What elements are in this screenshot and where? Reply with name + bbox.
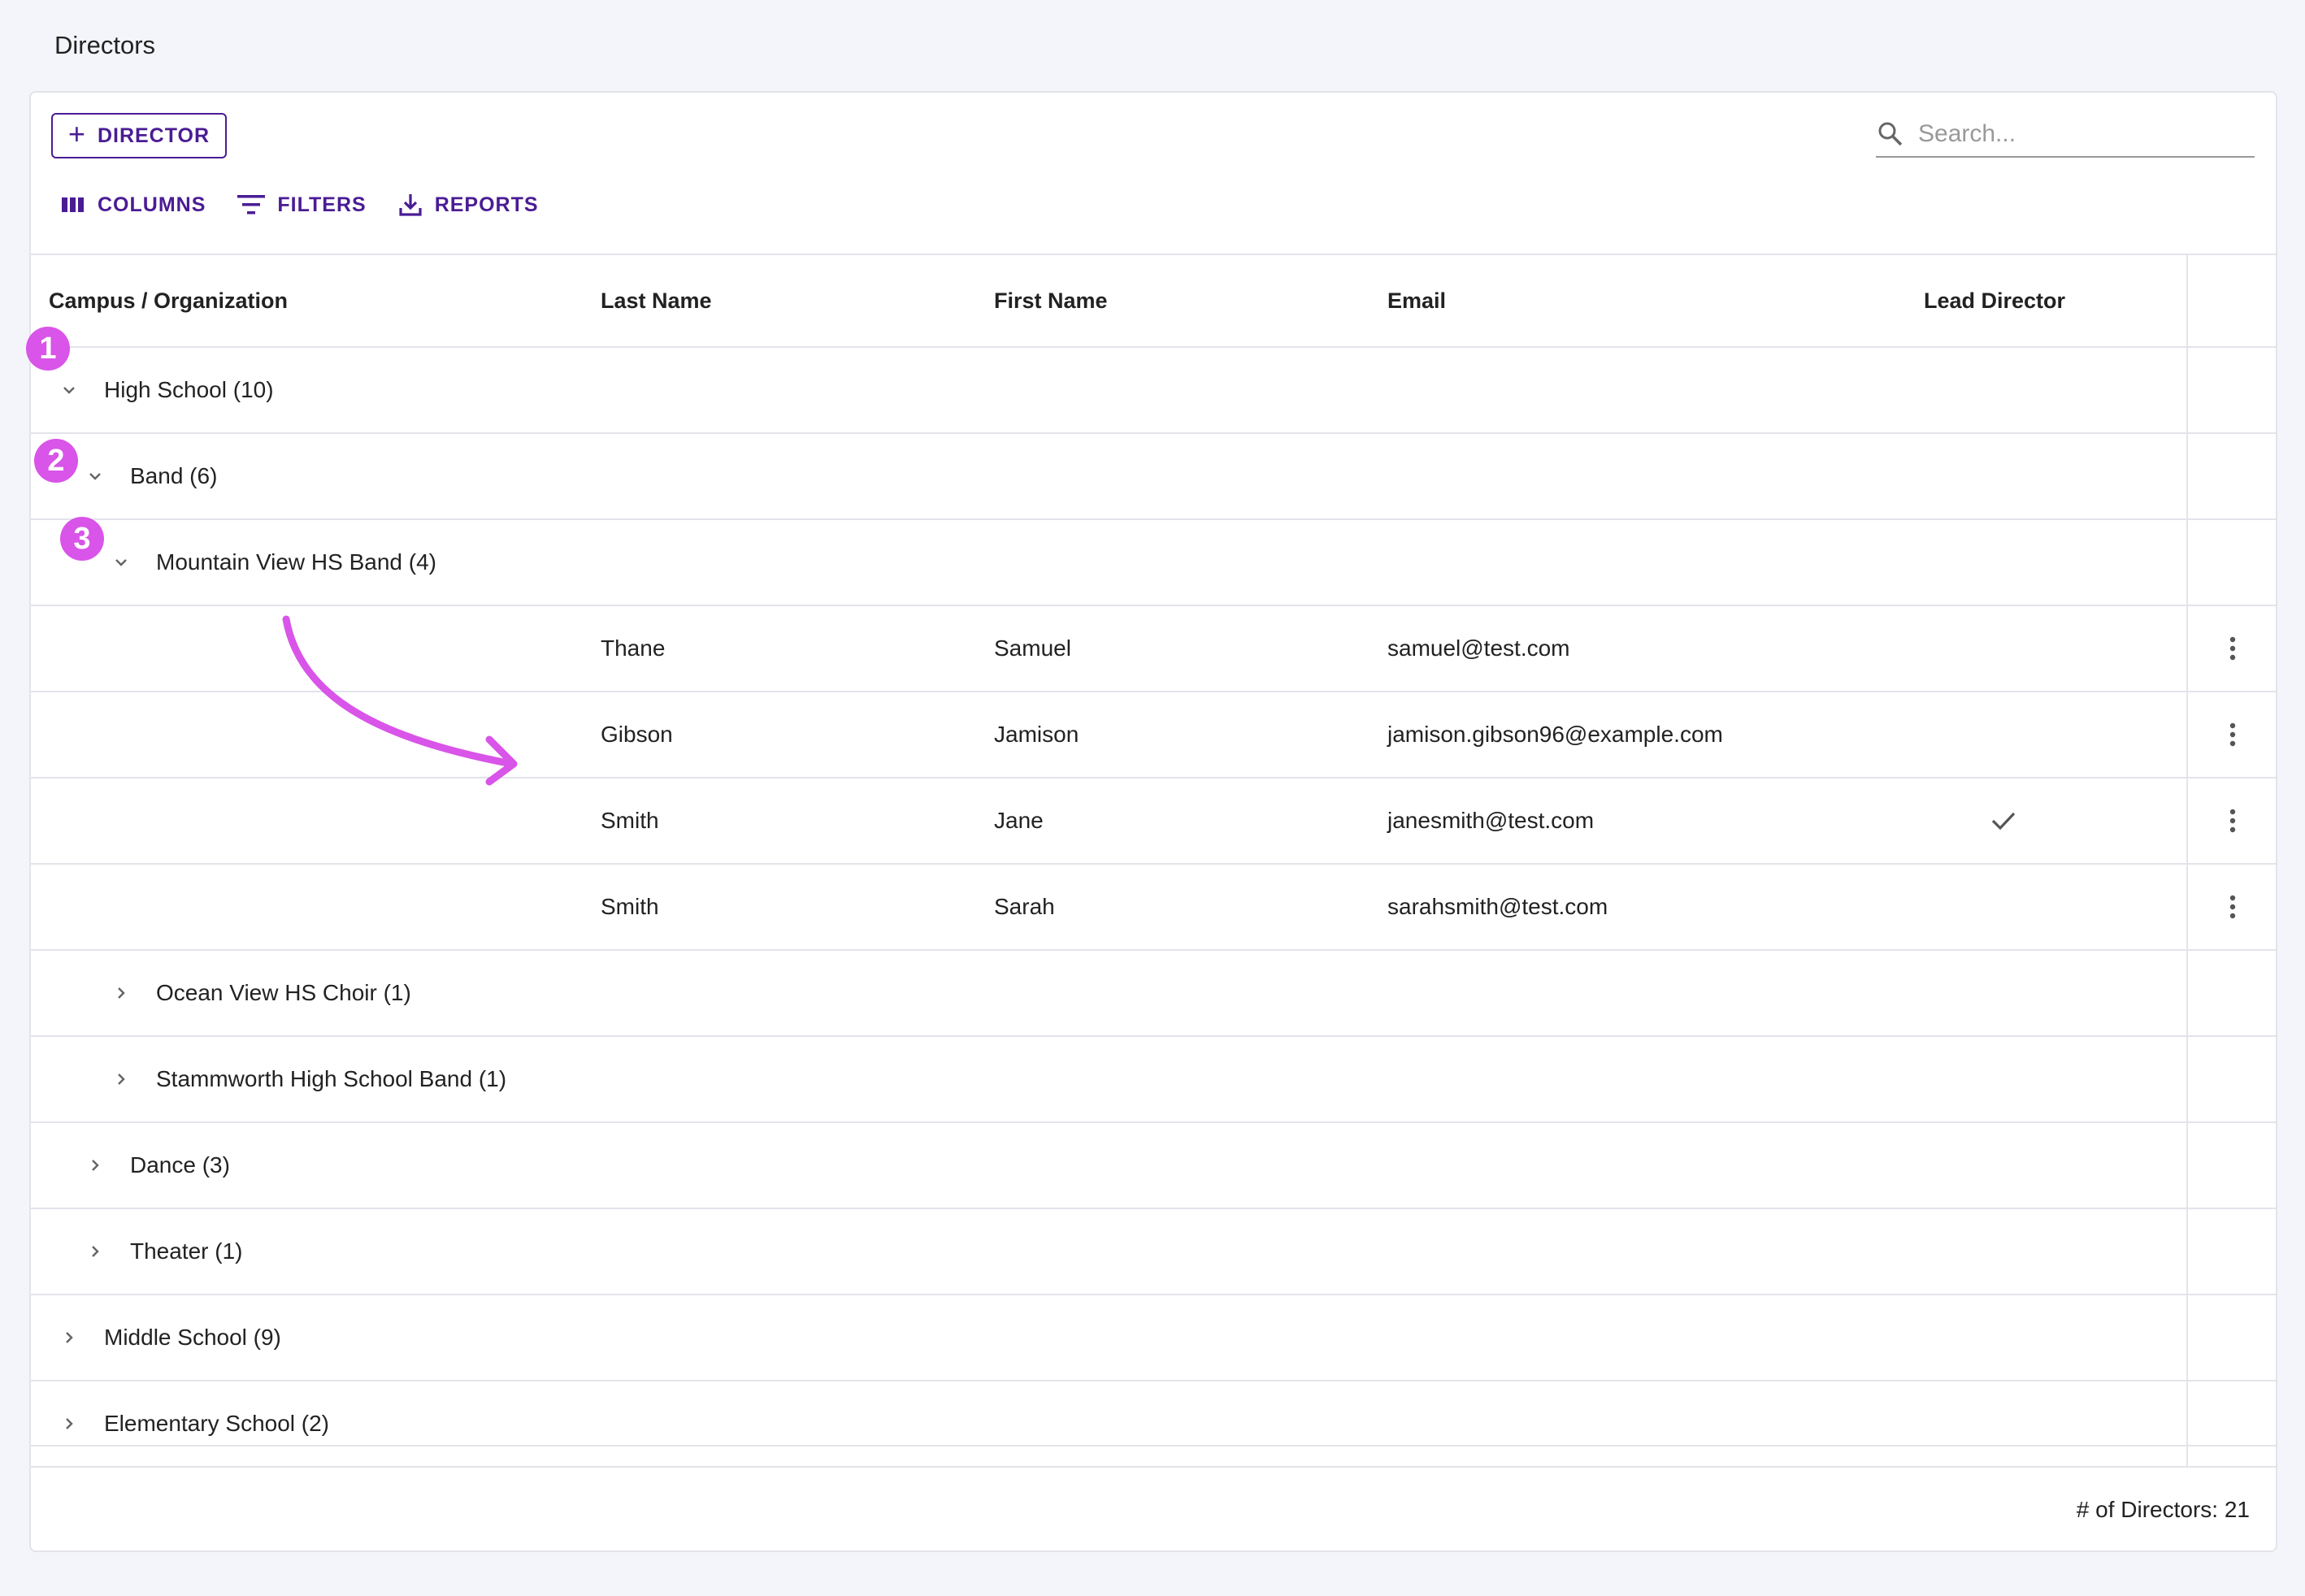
search-input[interactable] xyxy=(1916,119,2245,149)
search-box xyxy=(1876,112,2255,158)
directors-card: + DIRECTOR COLUMNS FILTERS REPORTS Searc… xyxy=(29,91,2277,1552)
grid-header: Campus / Organization Last Name First Na… xyxy=(31,254,2276,348)
group-row-theater[interactable]: Theater (1) xyxy=(31,1209,2276,1295)
cell-first-name: Jane xyxy=(994,808,1044,833)
cell-first-name: Sarah xyxy=(994,894,1055,919)
cell-first-name: Samuel xyxy=(994,635,1071,661)
group-label: Dance (3) xyxy=(130,1152,230,1177)
chevron-right-icon[interactable] xyxy=(109,981,133,1005)
group-row-high-school[interactable]: High School (10) xyxy=(31,348,2276,434)
filters-label: FILTERS xyxy=(277,193,367,216)
annotation-arrow-icon xyxy=(282,615,518,786)
header-lead-director[interactable]: Lead Director xyxy=(1924,288,2065,314)
header-email[interactable]: Email xyxy=(1387,288,1446,314)
check-icon xyxy=(1991,812,2016,831)
columns-icon xyxy=(62,197,84,212)
cell-last-name: Gibson xyxy=(601,722,673,747)
chevron-down-icon[interactable] xyxy=(83,464,107,488)
cell-email: jamison.gibson96@example.com xyxy=(1387,722,1723,747)
grid-footer: # of Directors: 21 xyxy=(31,1445,2276,1554)
columns-label: COLUMNS xyxy=(98,193,206,216)
cell-email: samuel@test.com xyxy=(1387,635,1570,661)
reports-label: REPORTS xyxy=(434,193,539,216)
chevron-right-icon[interactable] xyxy=(83,1153,107,1177)
chevron-down-icon[interactable] xyxy=(109,550,133,575)
chevron-right-icon[interactable] xyxy=(57,1412,81,1436)
chevron-right-icon[interactable] xyxy=(57,1325,81,1350)
director-count: # of Directors: 21 xyxy=(2076,1497,2250,1522)
cell-email: sarahsmith@test.com xyxy=(1387,894,1608,919)
group-label: Band (6) xyxy=(130,463,218,488)
header-first-name[interactable]: First Name xyxy=(994,288,1108,314)
group-row-dance[interactable]: Dance (3) xyxy=(31,1123,2276,1209)
table-row[interactable]: Smith Sarah sarahsmith@test.com xyxy=(31,865,2276,951)
annotation-badge-2: 2 xyxy=(34,439,78,483)
more-vert-icon[interactable] xyxy=(2229,809,2237,833)
columns-button[interactable]: COLUMNS xyxy=(60,193,206,217)
cell-email: janesmith@test.com xyxy=(1387,808,1595,833)
group-label: Ocean View HS Choir (1) xyxy=(156,980,411,1005)
filter-icon xyxy=(237,195,266,215)
chevron-down-icon[interactable] xyxy=(57,378,81,402)
directors-grid: Campus / Organization Last Name First Na… xyxy=(31,254,2276,1468)
cell-last-name: Thane xyxy=(601,635,666,661)
search-icon xyxy=(1878,122,1903,146)
header-last-name[interactable]: Last Name xyxy=(601,288,712,314)
add-director-label: DIRECTOR xyxy=(97,124,211,147)
filters-button[interactable]: FILTERS xyxy=(237,193,366,217)
header-actions xyxy=(2186,255,2277,346)
chevron-right-icon[interactable] xyxy=(83,1239,107,1264)
more-vert-icon[interactable] xyxy=(2229,722,2237,747)
group-row-middle-school[interactable]: Middle School (9) xyxy=(31,1295,2276,1381)
grid-toolbar: COLUMNS FILTERS REPORTS xyxy=(60,192,539,218)
group-label: Middle School (9) xyxy=(104,1325,281,1350)
group-row-band[interactable]: Band (6) xyxy=(31,434,2276,520)
more-vert-icon[interactable] xyxy=(2229,636,2237,661)
header-campus[interactable]: Campus / Organization xyxy=(49,288,288,314)
group-row-mountain-view[interactable]: Mountain View HS Band (4) xyxy=(31,520,2276,606)
cell-first-name: Jamison xyxy=(994,722,1079,747)
plus-icon: + xyxy=(67,117,86,150)
reports-button[interactable]: REPORTS xyxy=(397,192,539,218)
group-label: Stammworth High School Band (1) xyxy=(156,1066,507,1091)
page-title: Directors xyxy=(54,31,156,59)
group-label: High School (10) xyxy=(104,377,274,402)
add-director-button[interactable]: + DIRECTOR xyxy=(51,113,227,158)
cell-last-name: Smith xyxy=(601,894,659,919)
download-icon xyxy=(399,194,422,216)
group-row-ocean-view[interactable]: Ocean View HS Choir (1) xyxy=(31,951,2276,1037)
annotation-badge-1: 1 xyxy=(26,327,70,371)
chevron-right-icon[interactable] xyxy=(109,1067,133,1091)
group-label: Theater (1) xyxy=(130,1238,243,1264)
cell-last-name: Smith xyxy=(601,808,659,833)
annotation-badge-3: 3 xyxy=(60,517,104,561)
group-label: Mountain View HS Band (4) xyxy=(156,549,436,575)
group-label: Elementary School (2) xyxy=(104,1411,330,1436)
group-row-stammworth[interactable]: Stammworth High School Band (1) xyxy=(31,1037,2276,1123)
more-vert-icon[interactable] xyxy=(2229,895,2237,919)
